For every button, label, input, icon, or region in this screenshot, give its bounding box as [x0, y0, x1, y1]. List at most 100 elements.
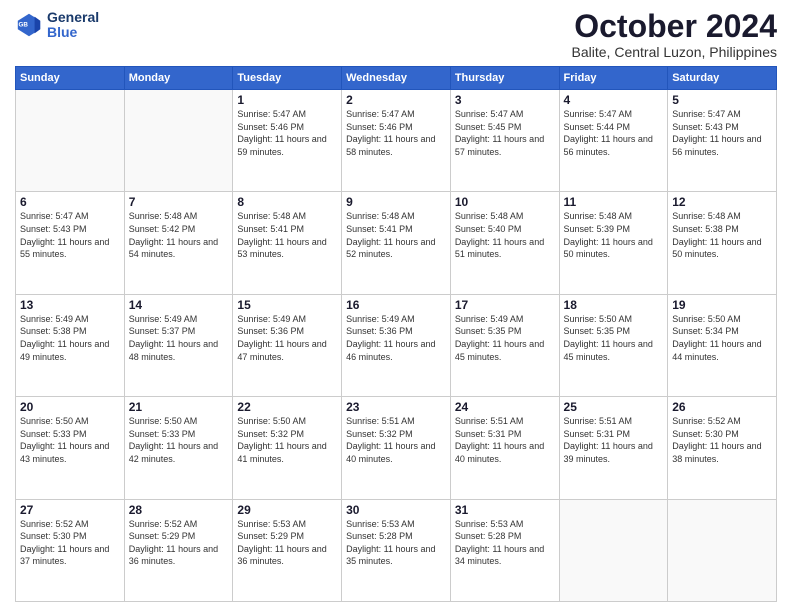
day-number: 20 [20, 400, 120, 414]
day-info: Sunrise: 5:51 AM Sunset: 5:31 PM Dayligh… [564, 415, 664, 465]
calendar-cell: 14Sunrise: 5:49 AM Sunset: 5:37 PM Dayli… [124, 294, 233, 396]
day-info: Sunrise: 5:50 AM Sunset: 5:33 PM Dayligh… [20, 415, 120, 465]
calendar-cell: 20Sunrise: 5:50 AM Sunset: 5:33 PM Dayli… [16, 397, 125, 499]
day-info: Sunrise: 5:48 AM Sunset: 5:39 PM Dayligh… [564, 210, 664, 260]
day-number: 31 [455, 503, 555, 517]
day-number: 11 [564, 195, 664, 209]
day-info: Sunrise: 5:49 AM Sunset: 5:36 PM Dayligh… [237, 313, 337, 363]
calendar-cell: 21Sunrise: 5:50 AM Sunset: 5:33 PM Dayli… [124, 397, 233, 499]
calendar-cell: 22Sunrise: 5:50 AM Sunset: 5:32 PM Dayli… [233, 397, 342, 499]
calendar-cell: 23Sunrise: 5:51 AM Sunset: 5:32 PM Dayli… [342, 397, 451, 499]
day-number: 16 [346, 298, 446, 312]
weekday-header: Thursday [450, 67, 559, 90]
day-info: Sunrise: 5:49 AM Sunset: 5:35 PM Dayligh… [455, 313, 555, 363]
calendar-cell: 4Sunrise: 5:47 AM Sunset: 5:44 PM Daylig… [559, 90, 668, 192]
day-info: Sunrise: 5:53 AM Sunset: 5:28 PM Dayligh… [455, 518, 555, 568]
weekday-header: Friday [559, 67, 668, 90]
day-number: 21 [129, 400, 229, 414]
day-number: 19 [672, 298, 772, 312]
day-number: 14 [129, 298, 229, 312]
day-info: Sunrise: 5:53 AM Sunset: 5:28 PM Dayligh… [346, 518, 446, 568]
day-number: 26 [672, 400, 772, 414]
weekday-header: Monday [124, 67, 233, 90]
day-info: Sunrise: 5:51 AM Sunset: 5:32 PM Dayligh… [346, 415, 446, 465]
day-info: Sunrise: 5:50 AM Sunset: 5:35 PM Dayligh… [564, 313, 664, 363]
day-number: 28 [129, 503, 229, 517]
calendar-cell: 12Sunrise: 5:48 AM Sunset: 5:38 PM Dayli… [668, 192, 777, 294]
day-number: 22 [237, 400, 337, 414]
day-number: 8 [237, 195, 337, 209]
calendar-cell: 6Sunrise: 5:47 AM Sunset: 5:43 PM Daylig… [16, 192, 125, 294]
calendar-cell: 24Sunrise: 5:51 AM Sunset: 5:31 PM Dayli… [450, 397, 559, 499]
day-info: Sunrise: 5:47 AM Sunset: 5:44 PM Dayligh… [564, 108, 664, 158]
calendar-cell: 28Sunrise: 5:52 AM Sunset: 5:29 PM Dayli… [124, 499, 233, 601]
calendar-cell: 15Sunrise: 5:49 AM Sunset: 5:36 PM Dayli… [233, 294, 342, 396]
day-number: 25 [564, 400, 664, 414]
calendar-cell: 2Sunrise: 5:47 AM Sunset: 5:46 PM Daylig… [342, 90, 451, 192]
calendar-cell: 29Sunrise: 5:53 AM Sunset: 5:29 PM Dayli… [233, 499, 342, 601]
day-number: 5 [672, 93, 772, 107]
day-info: Sunrise: 5:49 AM Sunset: 5:37 PM Dayligh… [129, 313, 229, 363]
calendar-cell: 1Sunrise: 5:47 AM Sunset: 5:46 PM Daylig… [233, 90, 342, 192]
calendar-cell: 9Sunrise: 5:48 AM Sunset: 5:41 PM Daylig… [342, 192, 451, 294]
day-info: Sunrise: 5:48 AM Sunset: 5:41 PM Dayligh… [346, 210, 446, 260]
day-info: Sunrise: 5:50 AM Sunset: 5:34 PM Dayligh… [672, 313, 772, 363]
day-info: Sunrise: 5:47 AM Sunset: 5:46 PM Dayligh… [346, 108, 446, 158]
day-number: 13 [20, 298, 120, 312]
day-number: 27 [20, 503, 120, 517]
weekday-header: Wednesday [342, 67, 451, 90]
day-info: Sunrise: 5:47 AM Sunset: 5:46 PM Dayligh… [237, 108, 337, 158]
calendar-week-row: 27Sunrise: 5:52 AM Sunset: 5:30 PM Dayli… [16, 499, 777, 601]
day-number: 6 [20, 195, 120, 209]
day-info: Sunrise: 5:52 AM Sunset: 5:29 PM Dayligh… [129, 518, 229, 568]
day-info: Sunrise: 5:48 AM Sunset: 5:41 PM Dayligh… [237, 210, 337, 260]
day-info: Sunrise: 5:51 AM Sunset: 5:31 PM Dayligh… [455, 415, 555, 465]
calendar-cell: 27Sunrise: 5:52 AM Sunset: 5:30 PM Dayli… [16, 499, 125, 601]
day-info: Sunrise: 5:52 AM Sunset: 5:30 PM Dayligh… [20, 518, 120, 568]
calendar-cell: 5Sunrise: 5:47 AM Sunset: 5:43 PM Daylig… [668, 90, 777, 192]
calendar-cell: 26Sunrise: 5:52 AM Sunset: 5:30 PM Dayli… [668, 397, 777, 499]
day-info: Sunrise: 5:50 AM Sunset: 5:33 PM Dayligh… [129, 415, 229, 465]
calendar-header-row: SundayMondayTuesdayWednesdayThursdayFrid… [16, 67, 777, 90]
day-number: 17 [455, 298, 555, 312]
logo: GB General Blue [15, 10, 99, 41]
weekday-header: Sunday [16, 67, 125, 90]
day-info: Sunrise: 5:47 AM Sunset: 5:43 PM Dayligh… [20, 210, 120, 260]
day-info: Sunrise: 5:47 AM Sunset: 5:45 PM Dayligh… [455, 108, 555, 158]
logo-text: General Blue [47, 10, 99, 41]
calendar-cell [16, 90, 125, 192]
calendar-cell: 11Sunrise: 5:48 AM Sunset: 5:39 PM Dayli… [559, 192, 668, 294]
day-number: 9 [346, 195, 446, 209]
day-info: Sunrise: 5:48 AM Sunset: 5:40 PM Dayligh… [455, 210, 555, 260]
day-info: Sunrise: 5:52 AM Sunset: 5:30 PM Dayligh… [672, 415, 772, 465]
header: GB General Blue October 2024 Balite, Cen… [15, 10, 777, 60]
day-info: Sunrise: 5:50 AM Sunset: 5:32 PM Dayligh… [237, 415, 337, 465]
weekday-header: Saturday [668, 67, 777, 90]
day-info: Sunrise: 5:49 AM Sunset: 5:38 PM Dayligh… [20, 313, 120, 363]
day-number: 3 [455, 93, 555, 107]
calendar-week-row: 13Sunrise: 5:49 AM Sunset: 5:38 PM Dayli… [16, 294, 777, 396]
svg-text:GB: GB [19, 22, 29, 29]
calendar-cell: 25Sunrise: 5:51 AM Sunset: 5:31 PM Dayli… [559, 397, 668, 499]
calendar-cell [668, 499, 777, 601]
day-number: 18 [564, 298, 664, 312]
day-info: Sunrise: 5:47 AM Sunset: 5:43 PM Dayligh… [672, 108, 772, 158]
day-info: Sunrise: 5:48 AM Sunset: 5:42 PM Dayligh… [129, 210, 229, 260]
logo-icon: GB [15, 11, 43, 39]
day-number: 12 [672, 195, 772, 209]
calendar-cell: 19Sunrise: 5:50 AM Sunset: 5:34 PM Dayli… [668, 294, 777, 396]
day-number: 23 [346, 400, 446, 414]
calendar-cell [124, 90, 233, 192]
title-section: October 2024 Balite, Central Luzon, Phil… [572, 10, 777, 60]
calendar-cell: 13Sunrise: 5:49 AM Sunset: 5:38 PM Dayli… [16, 294, 125, 396]
calendar-week-row: 1Sunrise: 5:47 AM Sunset: 5:46 PM Daylig… [16, 90, 777, 192]
calendar-cell: 7Sunrise: 5:48 AM Sunset: 5:42 PM Daylig… [124, 192, 233, 294]
day-number: 10 [455, 195, 555, 209]
day-number: 29 [237, 503, 337, 517]
day-number: 7 [129, 195, 229, 209]
day-number: 15 [237, 298, 337, 312]
calendar-cell: 30Sunrise: 5:53 AM Sunset: 5:28 PM Dayli… [342, 499, 451, 601]
day-info: Sunrise: 5:53 AM Sunset: 5:29 PM Dayligh… [237, 518, 337, 568]
day-number: 4 [564, 93, 664, 107]
calendar-table: SundayMondayTuesdayWednesdayThursdayFrid… [15, 66, 777, 602]
